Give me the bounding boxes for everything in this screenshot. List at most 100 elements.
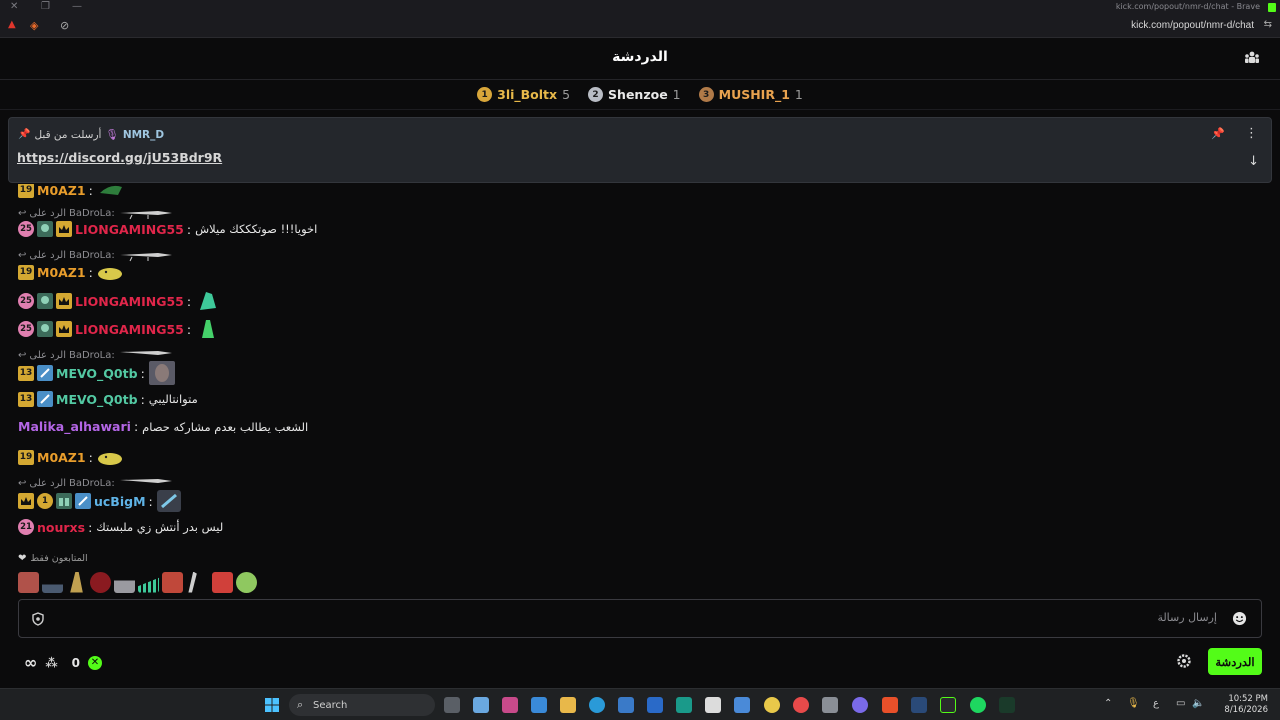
chat-message[interactable]: 19 M0AZ1: <box>18 184 126 201</box>
message-username[interactable]: M0AZ1 <box>37 184 86 198</box>
more-options-icon[interactable]: ⋮ <box>1245 126 1258 141</box>
pinned-meta: 📌 أرسلت من قبل 🎙 NMR_D <box>18 128 164 142</box>
search-icon: ⌕ <box>297 698 304 711</box>
app-icon[interactable] <box>999 697 1015 713</box>
chat-message[interactable]: 13 MEVO_Q0tb: متوانتاليبي <box>18 391 198 407</box>
message-username[interactable]: LIONGAMING55 <box>75 322 184 337</box>
chat-messages[interactable]: 19 M0AZ1: ↩ الرد على BaDroLa: 25 LIONGAM… <box>18 184 1258 594</box>
discord-icon[interactable] <box>852 697 868 713</box>
restore-window-icon[interactable]: ❐ <box>41 1 50 12</box>
reply-indicator[interactable]: ↩ الرد على BaDroLa: <box>18 206 174 220</box>
emote-skull-icon[interactable] <box>236 571 257 593</box>
task-view-icon[interactable] <box>444 697 460 713</box>
steam-icon[interactable] <box>911 697 927 713</box>
spotify-icon[interactable] <box>970 697 986 713</box>
emote-angry-icon[interactable] <box>162 571 183 593</box>
message-username[interactable]: nourxs <box>37 520 85 535</box>
reply-indicator[interactable]: ↩ الرد على BaDroLa: <box>18 476 174 490</box>
subscriber-emotes-title: ❤ المتابعون فقط <box>18 553 88 564</box>
message-username[interactable]: M0AZ1 <box>37 265 86 280</box>
edge-icon[interactable] <box>589 697 605 713</box>
taskbar-search[interactable]: ⌕ Search <box>289 694 435 716</box>
taskbar-clock[interactable]: 10:52 PM 8/16/2026 <box>1224 694 1268 716</box>
unpin-icon[interactable]: 📌 <box>1211 127 1225 140</box>
emote-feather-icon[interactable] <box>188 571 197 593</box>
app-icon[interactable] <box>676 697 692 713</box>
expand-down-icon[interactable]: ↓ <box>1248 154 1259 169</box>
chat-message[interactable]: 19 M0AZ1: <box>18 263 124 281</box>
shield-icon[interactable] <box>31 612 45 626</box>
store-icon[interactable] <box>618 697 634 713</box>
microphone-icon[interactable]: 🎙 <box>1127 698 1140 709</box>
message-username[interactable]: LIONGAMING55 <box>75 294 184 309</box>
message-username[interactable]: LIONGAMING55 <box>75 222 184 237</box>
emote-croc-icon[interactable] <box>42 571 63 593</box>
subscriber-badge: 1 <box>37 493 53 509</box>
kick-extension-icon[interactable] <box>1268 3 1276 12</box>
chat-message[interactable]: 13 MEVO_Q0tb: <box>18 360 176 386</box>
lizard-emote <box>99 185 122 195</box>
url-field[interactable]: kick.com/popout/nmr-d/chat <box>1131 20 1254 31</box>
brave-rewards-icon[interactable]: ▲ <box>8 19 16 30</box>
window-title: kick.com/popout/nmr-d/chat - Brave <box>1115 2 1260 11</box>
close-window-icon[interactable]: ✕ <box>10 1 18 12</box>
gear-icon[interactable] <box>1176 653 1192 669</box>
windows-start-icon[interactable] <box>264 697 280 713</box>
chat-message[interactable]: 1 ucBigM: <box>18 489 182 513</box>
brave-icon[interactable] <box>882 697 898 713</box>
og-badge-icon <box>37 321 53 337</box>
app-icon[interactable] <box>531 697 547 713</box>
reply-indicator[interactable]: ↩ الرد على BaDroLa: <box>18 248 174 262</box>
reply-arrow-icon: ↩ <box>18 249 27 261</box>
chrome-icon[interactable] <box>764 697 780 713</box>
leaderboard-item[interactable]: 3 MUSHIR_1 1 <box>698 87 803 102</box>
emote-figure-icon[interactable] <box>114 571 135 593</box>
notepad-icon[interactable] <box>473 697 489 713</box>
points-icon: ✕ <box>87 655 102 670</box>
channel-points[interactable]: ∞ ⁂ 0 ✕ <box>24 653 102 672</box>
leaderboard-item[interactable]: 2 Shenzoe 1 <box>588 87 681 102</box>
chat-message[interactable]: 25 LIONGAMING55: <box>18 316 220 342</box>
emote-bars-icon[interactable] <box>138 577 159 593</box>
capcut-icon[interactable] <box>705 697 721 713</box>
chat-message[interactable]: 25 LIONGAMING55: <box>18 288 220 314</box>
brave-shields-icon[interactable]: ◈ <box>30 19 38 32</box>
widgets-icon[interactable] <box>502 697 518 713</box>
chat-message[interactable]: 25 LIONGAMING55: اخويا!!! صوتكككك ميلاش <box>18 221 317 237</box>
show-hidden-icons-icon[interactable]: ⌃ <box>1104 698 1112 709</box>
network-icon[interactable]: ▭ <box>1176 698 1185 709</box>
message-username[interactable]: ucBigM <box>94 494 146 509</box>
reader-mode-icon[interactable]: ⇆ <box>1264 19 1272 30</box>
app-icon[interactable] <box>734 697 750 713</box>
app-icon[interactable] <box>940 697 956 713</box>
windows-taskbar: ⌕ Search ⌃ 🎙 ع ▭ 🔈 10:52 PM 8/16/2026 <box>0 688 1280 720</box>
pray-hands-emote <box>202 320 215 338</box>
chat-message[interactable]: 21 nourxs: ليس بدر أنتش زي ملبستك <box>18 519 223 535</box>
message-username[interactable]: MEVO_Q0tb <box>56 366 138 381</box>
face-emote <box>148 361 175 385</box>
chat-message[interactable]: 19 M0AZ1: <box>18 448 124 466</box>
emote-red-icon[interactable] <box>90 571 111 593</box>
pinned-link[interactable]: https://discord.gg/jU53Bdr9R <box>17 150 222 165</box>
zoom-icon[interactable]: ⊘ <box>60 19 69 32</box>
volume-icon[interactable]: 🔈 <box>1192 698 1204 709</box>
input-language[interactable]: ع <box>1153 698 1159 709</box>
emoji-icon[interactable] <box>1232 611 1247 626</box>
message-username[interactable]: MEVO_Q0tb <box>56 392 138 407</box>
app-icon[interactable] <box>822 697 838 713</box>
leaderboard-item[interactable]: 1 3li_Boltx 5 <box>477 87 570 102</box>
minimize-window-icon[interactable]: — <box>72 1 82 12</box>
app-icon[interactable] <box>647 697 663 713</box>
message-username[interactable]: M0AZ1 <box>37 450 86 465</box>
message-username[interactable]: Malika_alhawari <box>18 419 131 434</box>
pinned-username[interactable]: NMR_D <box>123 129 164 141</box>
send-chat-button[interactable]: الدردشة <box>1208 648 1262 675</box>
emote-monster-icon[interactable] <box>212 571 233 593</box>
chat-message[interactable]: Malika_alhawari: الشعب يطالب بعدم مشاركه… <box>18 419 308 434</box>
emote-face-icon[interactable] <box>18 571 39 593</box>
users-icon[interactable] <box>1244 50 1260 66</box>
file-explorer-icon[interactable] <box>560 697 576 713</box>
chat-input[interactable]: إرسال رسالة <box>18 599 1262 638</box>
record-icon[interactable] <box>793 697 809 713</box>
emote-hands-icon[interactable] <box>70 571 83 593</box>
